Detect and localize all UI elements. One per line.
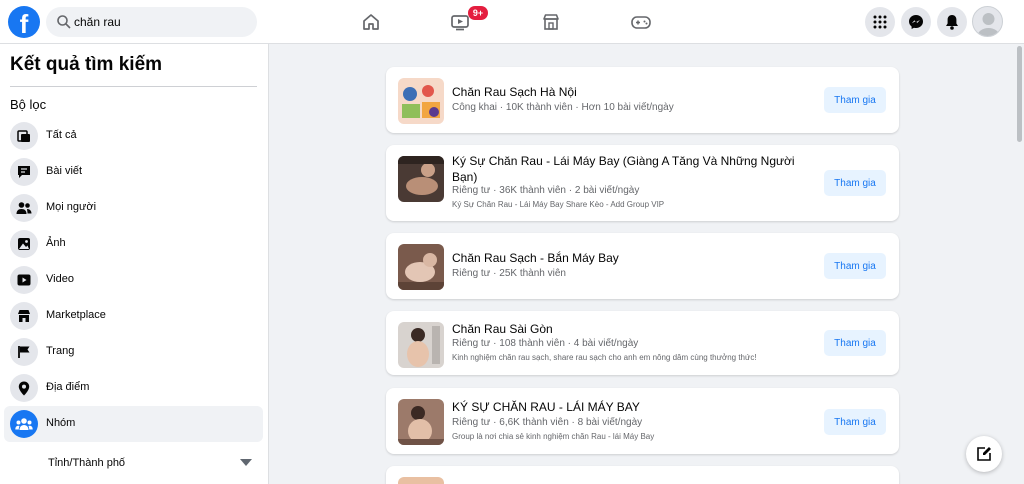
marketplace-icon	[10, 302, 38, 330]
group-result-card[interactable]: Chăn Rau Sạch - Bắn Máy Bay Riêng tư · 2…	[386, 233, 899, 299]
places-icon	[10, 374, 38, 402]
divider	[10, 86, 257, 87]
search-filters-sidebar: Kết quả tìm kiếm Bộ lọc Tất cả Bài viết …	[0, 44, 269, 484]
group-description: Ký Sự Chăn Rau - Lái Máy Bay Share Kèo -…	[452, 200, 665, 209]
group-meta: Riêng tư · 25K thành viên	[452, 268, 566, 279]
search-box[interactable]	[46, 7, 257, 37]
sidebar-item-label: Tất cả	[46, 129, 77, 141]
scrollbar-thumb[interactable]	[1017, 46, 1022, 142]
gaming-icon	[631, 16, 651, 29]
group-name[interactable]: Chăn Rau Sài Gòn	[452, 321, 802, 337]
sidebar-item-pages[interactable]: Trang	[4, 334, 263, 370]
marketplace-icon	[543, 14, 559, 30]
group-result-card[interactable]	[386, 466, 899, 484]
sidebar-item-label: Trang	[46, 345, 75, 357]
group-result-card[interactable]: Chăn Rau Sạch Hà Nội Công khai · 10K thà…	[386, 67, 899, 133]
sidebar-item-groups[interactable]: Nhóm	[4, 406, 263, 442]
join-button[interactable]: Tham gia	[824, 409, 886, 435]
search-icon	[57, 15, 71, 29]
sidebar-item-people[interactable]: Mọi người	[4, 190, 263, 226]
group-meta: Công khai · 10K thành viên · Hơn 10 bài …	[452, 102, 674, 113]
sidebar-item-video[interactable]: Video	[4, 262, 263, 298]
sidebar-item-label: Marketplace	[46, 309, 106, 321]
people-icon	[10, 194, 38, 222]
compose-icon	[977, 447, 991, 461]
facebook-logo[interactable]: f	[8, 6, 40, 38]
sidebar-item-label: Video	[46, 273, 74, 285]
group-meta: Riêng tư · 108 thành viên · 4 bài viết/n…	[452, 338, 639, 349]
sidebar-item-label: Ảnh	[46, 237, 66, 249]
group-meta: Riêng tư · 6,6K thành viên · 8 bài viết/…	[452, 417, 643, 428]
home-nav-button[interactable]	[357, 8, 385, 36]
all-results-icon	[10, 122, 38, 150]
marketplace-nav-button[interactable]	[537, 8, 565, 36]
sidebar-item-places[interactable]: Địa điểm	[4, 370, 263, 406]
default-avatar-icon	[977, 13, 1000, 36]
filters-heading: Bộ lọc	[10, 97, 47, 112]
group-thumbnail[interactable]	[398, 399, 444, 445]
watch-notification-badge: 9+	[468, 6, 488, 20]
join-button[interactable]: Tham gia	[824, 330, 886, 356]
group-result-card[interactable]: Chăn Rau Sài Gòn Riêng tư · 108 thành vi…	[386, 311, 899, 375]
sidebar-item-label: Mọi người	[46, 201, 97, 213]
group-name[interactable]: KÝ SỰ CHĂN RAU - LÁI MÁY BAY	[452, 399, 802, 415]
city-filter-dropdown[interactable]: Tỉnh/Thành phố	[4, 448, 263, 478]
group-thumbnail[interactable]	[398, 477, 444, 484]
pages-icon	[10, 338, 38, 366]
sidebar-item-marketplace[interactable]: Marketplace	[4, 298, 263, 334]
bell-icon	[946, 15, 958, 30]
new-message-button[interactable]	[966, 436, 1002, 472]
group-name[interactable]: Chăn Rau Sạch - Bắn Máy Bay	[452, 250, 802, 266]
home-icon	[363, 14, 379, 30]
avatar[interactable]	[972, 6, 1003, 37]
sidebar-item-label: Bài viết	[46, 165, 83, 177]
join-button[interactable]: Tham gia	[824, 170, 886, 196]
sidebar-item-label: Nhóm	[46, 417, 76, 429]
gaming-nav-button[interactable]	[627, 8, 655, 36]
sidebar-item-posts[interactable]: Bài viết	[4, 154, 263, 190]
menu-grid-icon	[873, 15, 887, 29]
group-thumbnail[interactable]	[398, 322, 444, 368]
join-button[interactable]: Tham gia	[824, 253, 886, 279]
top-navigation-bar: f 9+	[0, 0, 1024, 44]
group-name[interactable]: Chăn Rau Sạch Hà Nội	[452, 84, 802, 100]
sidebar-item-photos[interactable]: Ảnh	[4, 226, 263, 262]
group-result-card[interactable]: Ký Sự Chăn Rau - Lái Máy Bay (Giàng A Tă…	[386, 145, 899, 221]
group-thumbnail[interactable]	[398, 78, 444, 124]
city-filter-label: Tỉnh/Thành phố	[48, 457, 126, 469]
watch-icon	[451, 15, 469, 31]
group-meta: Riêng tư · 36K thành viên · 2 bài viết/n…	[452, 185, 640, 196]
page-title: Kết quả tìm kiếm	[10, 54, 163, 75]
groups-icon	[10, 410, 38, 438]
menu-button[interactable]	[865, 7, 895, 37]
search-input[interactable]	[74, 7, 249, 37]
join-button[interactable]: Tham gia	[824, 87, 886, 113]
group-thumbnail[interactable]	[398, 156, 444, 202]
caret-down-icon	[240, 459, 252, 466]
group-name[interactable]: Ký Sự Chăn Rau - Lái Máy Bay (Giàng A Tă…	[452, 153, 802, 185]
sidebar-item-all[interactable]: Tất cả	[4, 118, 263, 154]
group-description: Kinh nghiệm chăn rau sạch, share rau sạc…	[452, 353, 757, 362]
scrollbar[interactable]	[1015, 44, 1024, 484]
posts-icon	[10, 158, 38, 186]
photos-icon	[10, 230, 38, 258]
group-description: Group là nơi chia sẻ kinh nghiệm chăn Ra…	[452, 432, 655, 441]
group-result-card[interactable]: KÝ SỰ CHĂN RAU - LÁI MÁY BAY Riêng tư · …	[386, 388, 899, 454]
notifications-button[interactable]	[937, 7, 967, 37]
sidebar-item-label: Địa điểm	[46, 381, 90, 393]
video-icon	[10, 266, 38, 294]
group-thumbnail[interactable]	[398, 244, 444, 290]
messenger-icon	[909, 15, 923, 29]
messenger-button[interactable]	[901, 7, 931, 37]
